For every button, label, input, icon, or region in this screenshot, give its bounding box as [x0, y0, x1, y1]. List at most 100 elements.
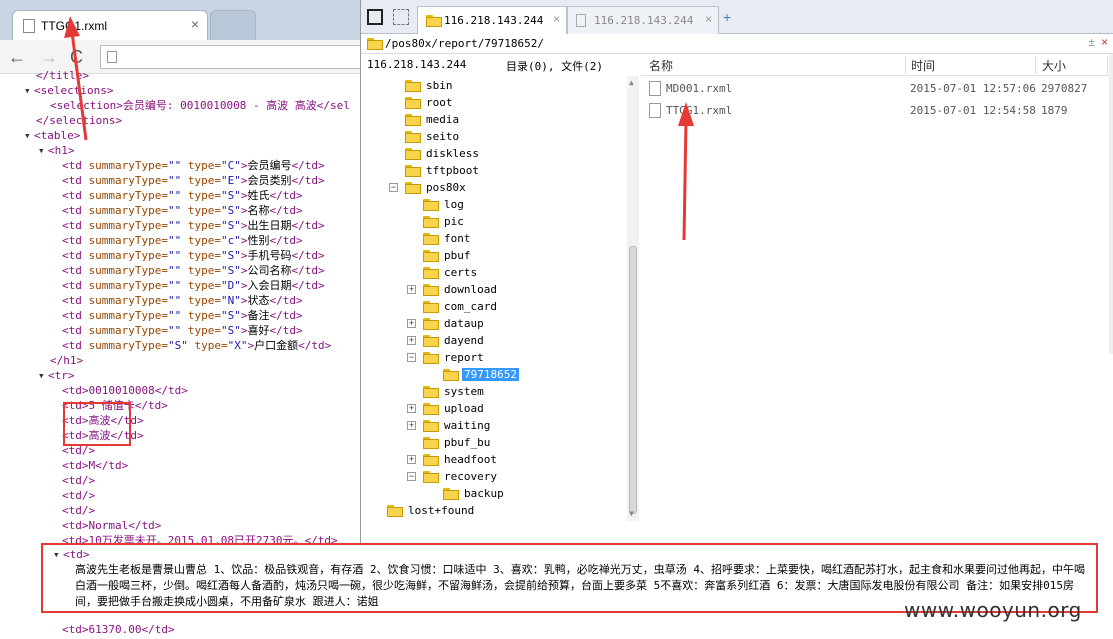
back-arrow-icon[interactable]: ← — [8, 47, 26, 68]
folder-icon — [423, 420, 439, 432]
expand-icon[interactable]: + — [407, 336, 416, 345]
collapse-triangle-icon[interactable]: ▾ — [38, 368, 48, 383]
expand-icon[interactable]: + — [407, 421, 416, 430]
file-manager-tab-bar: 116.218.143.244 × 116.218.143.244 × + — [361, 0, 1113, 34]
collapse-triangle-icon[interactable]: ▾ — [24, 128, 34, 143]
folder-icon — [423, 454, 439, 466]
xml-td-open[interactable]: ▾ <td> — [53, 548, 90, 561]
folder-tree-item[interactable]: log — [361, 197, 625, 213]
column-divider[interactable] — [905, 56, 906, 74]
fm-tab-active[interactable]: 116.218.143.244 × — [417, 6, 567, 34]
column-divider[interactable] — [1107, 56, 1108, 74]
expand-icon[interactable]: + — [407, 285, 416, 294]
column-header-name[interactable]: 名称 — [649, 57, 673, 74]
folder-tree-label: waiting — [444, 419, 491, 432]
folder-tree-item[interactable]: lost+found — [361, 503, 625, 519]
collapse-icon[interactable]: − — [389, 183, 398, 192]
folder-tree-item[interactable]: certs — [361, 265, 625, 281]
folder-icon — [405, 148, 421, 160]
column-divider[interactable] — [1035, 56, 1036, 74]
folder-tree-item[interactable]: tftpboot — [361, 163, 625, 179]
document-icon — [23, 19, 35, 33]
file-name: MD001.rxml — [666, 82, 733, 95]
file-row[interactable]: TTGG1.rxml 2015-07-01 12:54:58 1879 — [641, 100, 1113, 122]
folder-tree-item[interactable]: com_card — [361, 299, 625, 315]
close-icon[interactable]: × — [1101, 35, 1108, 49]
expand-icon[interactable]: + — [407, 455, 416, 464]
panel-toggle-icon[interactable] — [367, 9, 383, 25]
column-header-size[interactable]: 大小 — [1042, 57, 1066, 74]
scrollbar-thumb[interactable] — [629, 246, 637, 514]
folder-icon — [423, 216, 439, 228]
folder-tree-item[interactable]: sbin — [361, 78, 625, 94]
file-time: 2015-07-01 12:54:58 — [910, 104, 1036, 117]
forward-arrow-icon[interactable]: → — [40, 47, 58, 68]
host-label: 116.218.143.244 — [367, 58, 467, 71]
collapse-triangle-icon[interactable]: ▾ — [53, 548, 63, 561]
folder-tree-item[interactable]: + dataup — [361, 316, 625, 332]
collapse-triangle-icon[interactable]: ▾ — [38, 143, 48, 158]
collapse-icon[interactable]: − — [407, 472, 416, 481]
sort-icon[interactable]: ± — [1088, 35, 1095, 49]
tree-scrollbar[interactable]: ▲ ▼ — [627, 76, 639, 521]
folder-tree-label: font — [444, 232, 471, 245]
folder-tree-item[interactable]: diskless — [361, 146, 625, 162]
folder-tree-item[interactable]: pbuf_bu — [361, 435, 625, 451]
xml-node-h1[interactable]: ▾ <h1> — [38, 143, 75, 158]
column-header-time[interactable]: 时间 — [911, 57, 935, 74]
folder-tree-item[interactable]: font — [361, 231, 625, 247]
close-icon[interactable]: × — [553, 12, 560, 26]
folder-icon — [405, 182, 421, 194]
close-icon[interactable]: × — [191, 16, 199, 32]
folder-tree-item[interactable]: pic — [361, 214, 625, 230]
expand-icon[interactable]: + — [407, 319, 416, 328]
folder-tree-item[interactable]: − pos80x — [361, 180, 625, 196]
folder-tree-item[interactable]: media — [361, 112, 625, 128]
add-tab-icon[interactable]: + — [723, 9, 731, 25]
folder-tree-item[interactable]: system — [361, 384, 625, 400]
folder-tree-item[interactable]: − recovery — [361, 469, 625, 485]
folder-tree-item[interactable]: + waiting — [361, 418, 625, 434]
folder-tree-item[interactable]: root — [361, 95, 625, 111]
folder-tree-item[interactable]: − report — [361, 350, 625, 366]
file-list-header: 名称 时间 大小 — [641, 54, 1113, 76]
folder-icon — [423, 233, 439, 245]
folder-tree-label: media — [426, 113, 460, 126]
browser-tab-active[interactable]: TTGG1.rxml × — [12, 10, 208, 40]
path-text[interactable]: /pos80x/report/79718652/ — [385, 37, 544, 50]
folder-tree-item[interactable]: + dayend — [361, 333, 625, 349]
file-time: 2015-07-01 12:57:06 — [910, 82, 1036, 95]
file-list-scrollbar[interactable] — [1109, 54, 1113, 354]
file-row[interactable]: MD001.rxml 2015-07-01 12:57:06 2970827 — [641, 78, 1113, 100]
folder-tree-label: tftpboot — [426, 164, 479, 177]
select-region-icon[interactable] — [393, 9, 409, 25]
fm-tab-inactive[interactable]: 116.218.143.244 × — [567, 6, 719, 34]
collapse-triangle-icon[interactable]: ▾ — [24, 83, 34, 98]
address-bar[interactable] — [100, 45, 362, 69]
xml-h1-cell: <td summaryType="" type="S">喜好</td> — [62, 324, 303, 337]
folder-tree-item[interactable]: + download — [361, 282, 625, 298]
folder-tree-item[interactable]: backup — [361, 486, 625, 502]
folder-tree-item[interactable]: + upload — [361, 401, 625, 417]
xml-node-tr[interactable]: ▾ <tr> — [38, 368, 75, 383]
path-bar[interactable]: /pos80x/report/79718652/ ± × — [361, 34, 1113, 54]
collapse-icon[interactable]: − — [407, 353, 416, 362]
folder-tree-label: sbin — [426, 79, 453, 92]
scroll-up-icon[interactable]: ▲ — [629, 78, 634, 87]
folder-tree-item[interactable]: + headfoot — [361, 452, 625, 468]
expand-icon[interactable]: + — [407, 404, 416, 413]
folder-tree-label: com_card — [444, 300, 497, 313]
folder-tree-item[interactable]: pbuf — [361, 248, 625, 264]
close-icon[interactable]: × — [705, 12, 712, 26]
red-arrow-icon — [64, 16, 88, 141]
folder-tree-label: pbuf_bu — [444, 436, 491, 449]
folder-tree-item[interactable]: seito — [361, 129, 625, 145]
folder-tree-item[interactable]: 79718652 — [361, 367, 625, 383]
xml-tr-cell: <td>Normal</td> — [62, 519, 162, 532]
fm-tab-label: 116.218.143.244 — [444, 14, 544, 27]
folder-tree-label: root — [426, 96, 453, 109]
xml-h1-cell: <td summaryType="S" type="X">户口金额</td> — [62, 339, 332, 352]
scroll-down-icon[interactable]: ▼ — [629, 509, 634, 518]
browser-new-tab[interactable] — [210, 10, 256, 40]
browser-tab-bar: TTGG1.rxml × — [0, 0, 362, 40]
